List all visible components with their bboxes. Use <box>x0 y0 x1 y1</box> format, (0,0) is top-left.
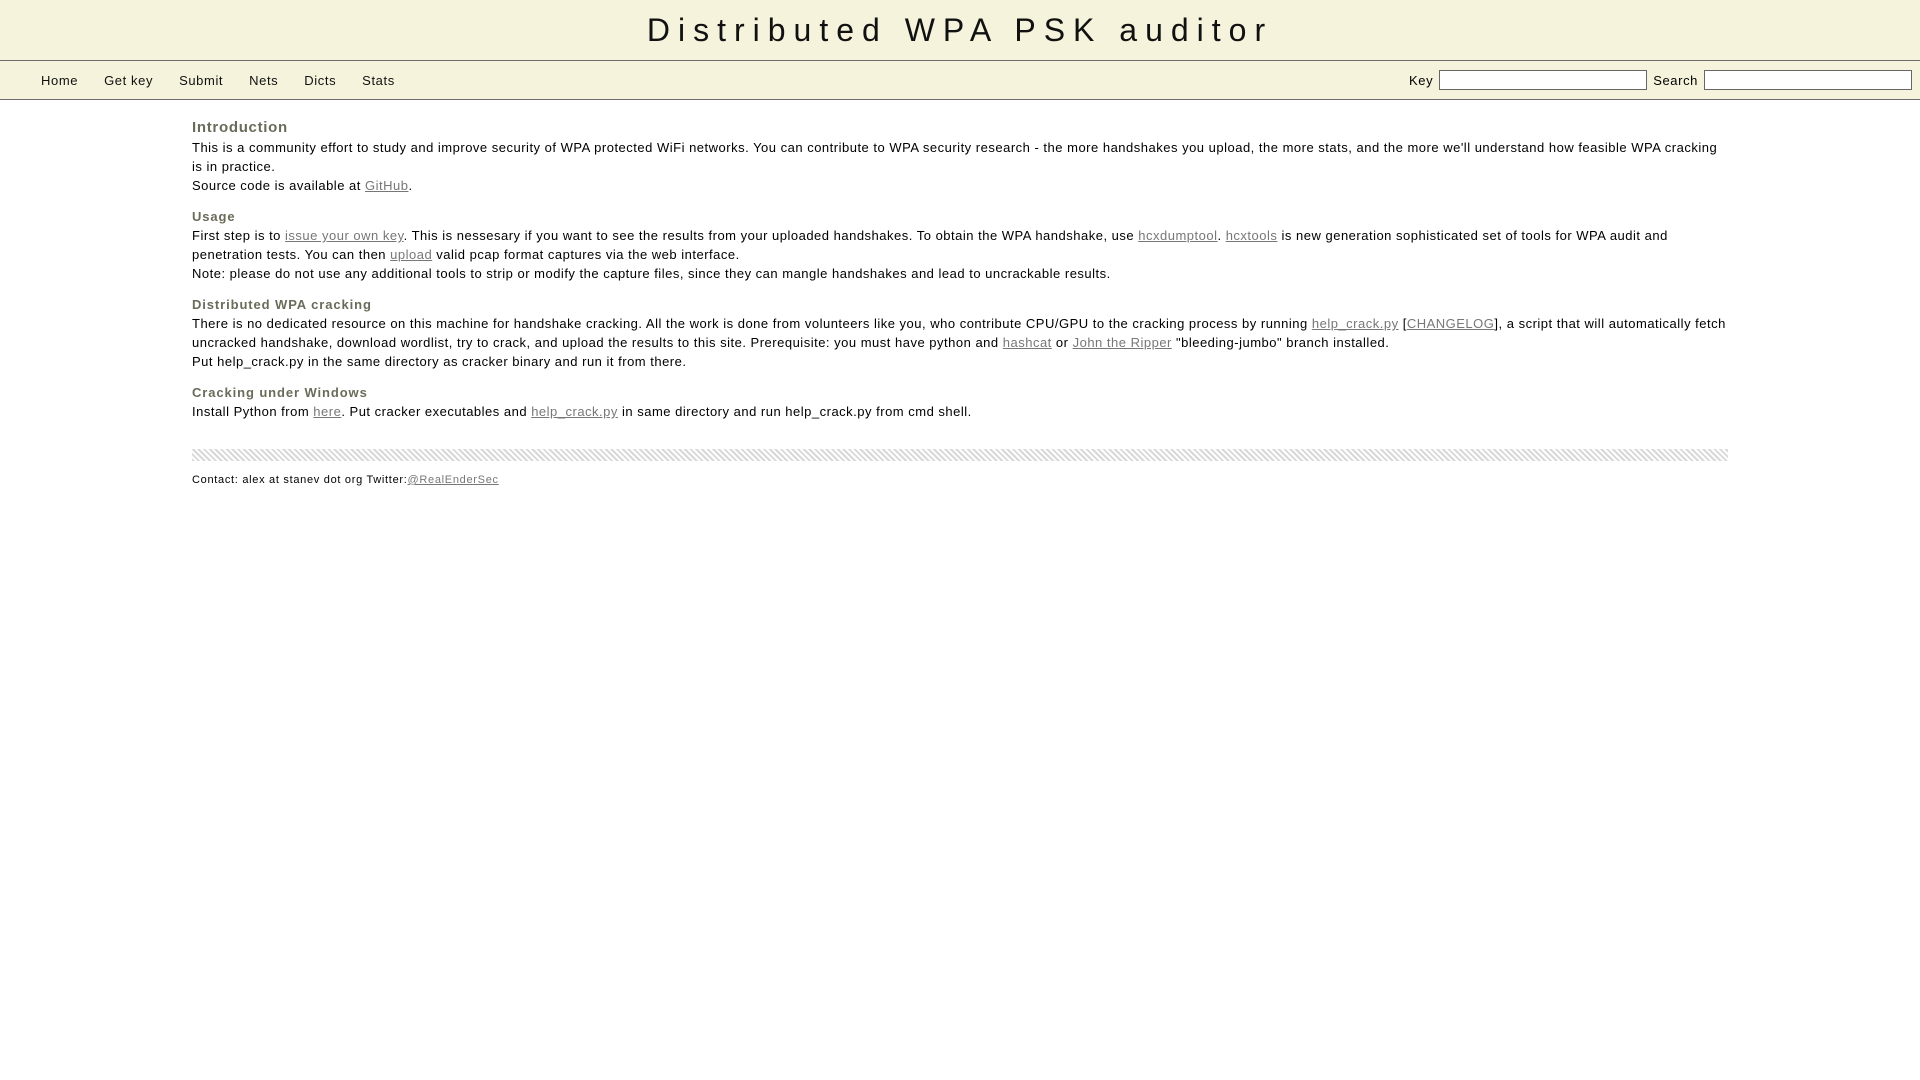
distributed-section: Distributed WPA cracking There is no ded… <box>192 295 1728 371</box>
distributed-title: Distributed WPA cracking <box>192 297 372 312</box>
nav-get-key[interactable]: Get key <box>91 73 166 88</box>
usage-section: Usage First step is to issue your own ke… <box>192 207 1728 283</box>
nav-forms: Key Search <box>1409 70 1912 90</box>
windows-paragraph: Install Python from here. Put cracker ex… <box>192 402 1728 421</box>
nav-home[interactable]: Home <box>28 73 91 88</box>
hashcat-link[interactable]: hashcat <box>1003 335 1052 350</box>
hcxdumptool-link[interactable]: hcxdumptool <box>1138 228 1217 243</box>
usage-text-3: . <box>1217 228 1226 243</box>
nav-nets[interactable]: Nets <box>236 73 291 88</box>
john-the-ripper-link[interactable]: John the Ripper <box>1073 335 1172 350</box>
footer: Contact: alex at stanev dot org Twitter:… <box>192 471 1728 490</box>
windows-text-1: Install Python from <box>192 404 314 419</box>
distributed-text-2: [ <box>1398 316 1407 331</box>
search-label: Search <box>1653 72 1698 88</box>
site-title: Distributed WPA PSK auditor <box>646 11 1274 48</box>
github-link[interactable]: GitHub <box>365 178 408 193</box>
usage-note: Note: please do not use any additional t… <box>192 266 1111 281</box>
usage-text-5: valid pcap format captures via the web i… <box>432 247 740 262</box>
issue-key-link[interactable]: issue your own key <box>285 228 404 243</box>
windows-section: Cracking under Windows Install Python fr… <box>192 383 1728 421</box>
distributed-text-1: There is no dedicated resource on this m… <box>192 316 1312 331</box>
windows-text-2: . Put cracker executables and <box>341 404 532 419</box>
changelog-link[interactable]: CHANGELOG <box>1407 316 1495 331</box>
intro-section: Introduction This is a community effort … <box>192 118 1728 195</box>
distributed-paragraph: There is no dedicated resource on this m… <box>192 314 1728 352</box>
footer-divider <box>192 449 1728 461</box>
usage-title: Usage <box>192 209 236 224</box>
distributed-paragraph-2: Put help_crack.py in the same directory … <box>192 354 687 369</box>
nav-bar: Home Get key Submit Nets Dicts Stats Key… <box>0 61 1920 100</box>
distributed-text-4: or <box>1051 335 1073 350</box>
windows-text-3: in same directory and run help_crack.py … <box>617 404 972 419</box>
usage-text-1: First step is to <box>192 228 286 243</box>
intro-paragraph: This is a community effort to study and … <box>192 140 1718 174</box>
help-crack-link[interactable]: help_crack.py <box>1312 316 1399 331</box>
hcxtools-link[interactable]: hcxtools <box>1226 228 1278 243</box>
nav-stats[interactable]: Stats <box>349 73 408 88</box>
twitter-link[interactable]: @RealEnderSec <box>408 474 499 486</box>
source-code-line: Source code is available at GitHub. <box>192 176 1728 195</box>
nav-menu: Home Get key Submit Nets Dicts Stats <box>28 73 408 88</box>
nav-dicts[interactable]: Dicts <box>291 73 349 88</box>
windows-title: Cracking under Windows <box>192 385 368 400</box>
search-input[interactable] <box>1704 70 1912 90</box>
source-code-text: Source code is available at <box>192 178 365 193</box>
contact-text: Contact: alex at stanev dot org Twitter: <box>192 474 408 486</box>
main-content: Introduction This is a community effort … <box>192 100 1728 490</box>
nav-submit[interactable]: Submit <box>166 73 236 88</box>
key-input[interactable] <box>1439 70 1648 90</box>
source-code-end: . <box>408 178 413 193</box>
python-here-link[interactable]: here <box>313 404 341 419</box>
windows-help-crack-link[interactable]: help_crack.py <box>531 404 618 419</box>
intro-title: Introduction <box>192 119 288 136</box>
key-label: Key <box>1409 72 1434 88</box>
upload-link[interactable]: upload <box>390 247 432 262</box>
site-header: Distributed WPA PSK auditor <box>0 0 1920 61</box>
usage-paragraph: First step is to issue your own key. Thi… <box>192 226 1728 264</box>
usage-text-2: . This is nessesary if you want to see t… <box>403 228 1139 243</box>
distributed-text-5: "bleeding-jumbo" branch installed. <box>1171 335 1390 350</box>
